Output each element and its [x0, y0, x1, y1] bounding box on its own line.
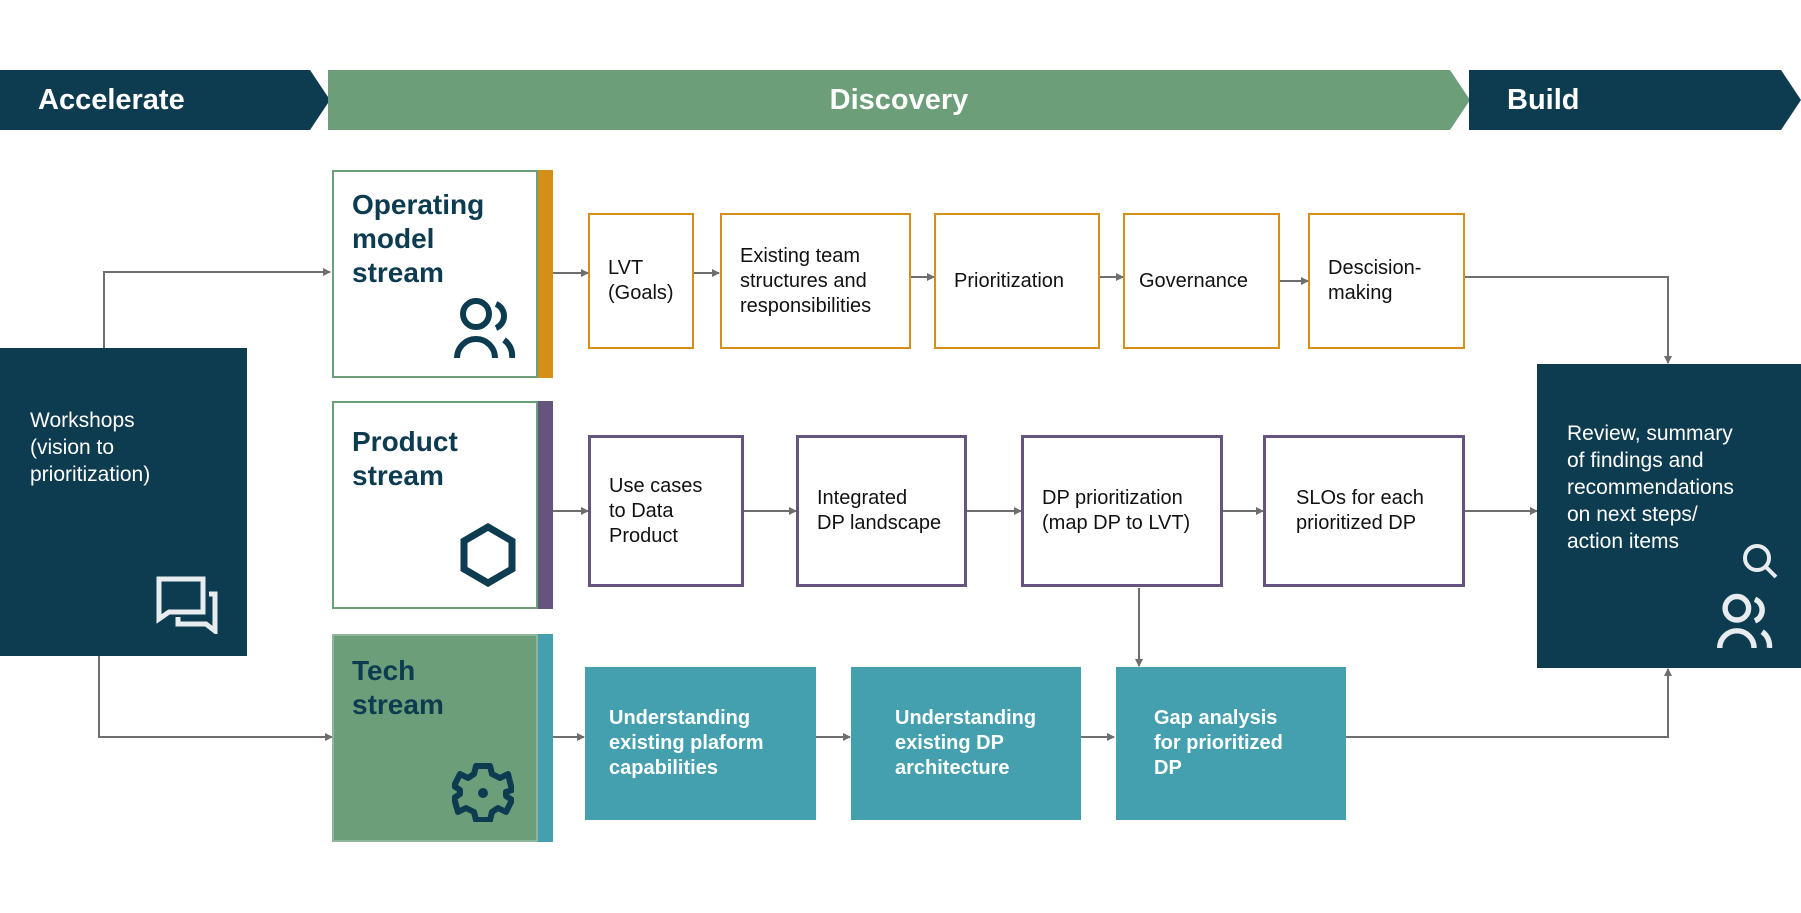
- operating-step-2: Prioritization: [934, 213, 1100, 349]
- connector-workshop-tech: [98, 656, 333, 741]
- search-icon: [1743, 544, 1778, 579]
- connector-te-review: [1346, 668, 1672, 738]
- people-icon: [1717, 593, 1773, 648]
- operating-step-1: Existing team structures and responsibil…: [720, 213, 911, 349]
- tech-step-2: Gap analysis for prioritized DP: [1116, 667, 1346, 820]
- connector-op-review: [1465, 276, 1672, 364]
- operating-stream-title: Operating model stream: [352, 189, 485, 288]
- connector-workshop-operating: [103, 268, 331, 348]
- product-accent-bar: [538, 401, 553, 609]
- product-stream-header: Product stream: [332, 401, 538, 609]
- workshops-label: Workshops (vision to prioritization): [30, 409, 151, 486]
- product-step-0: Use cases to Data Product: [588, 435, 744, 587]
- tech-accent-bar: [538, 634, 553, 842]
- product-step-3: SLOs for each prioritized DP: [1263, 435, 1465, 587]
- hexagon-icon: [460, 523, 516, 587]
- workshops-box: Workshops (vision to prioritization): [0, 348, 247, 656]
- product-stream-title: Product stream: [352, 426, 458, 491]
- operating-step-0: LVT (Goals): [588, 213, 694, 349]
- operating-stream-header: Operating model stream: [332, 170, 538, 378]
- operating-step-4: Descision- making: [1308, 213, 1465, 349]
- tech-stream-title: Tech stream: [352, 655, 444, 720]
- tech-step-0: Understanding existing plaform capabilit…: [585, 667, 816, 820]
- chat-bubbles-icon: [156, 576, 218, 634]
- operating-accent-bar: [538, 170, 553, 378]
- tech-step-1: Understanding existing DP architecture: [851, 667, 1081, 820]
- product-step-1: Integrated DP landscape: [796, 435, 967, 587]
- product-step-2: DP prioritization (map DP to LVT): [1021, 435, 1223, 587]
- review-label: Review, summary of findings and recommen…: [1567, 422, 1734, 553]
- tech-stream-header: Tech stream: [332, 634, 538, 842]
- gear-icon: [452, 763, 514, 822]
- people-icon: [454, 298, 516, 358]
- operating-step-3: Governance: [1123, 213, 1280, 349]
- review-box: Review, summary of findings and recommen…: [1537, 364, 1801, 668]
